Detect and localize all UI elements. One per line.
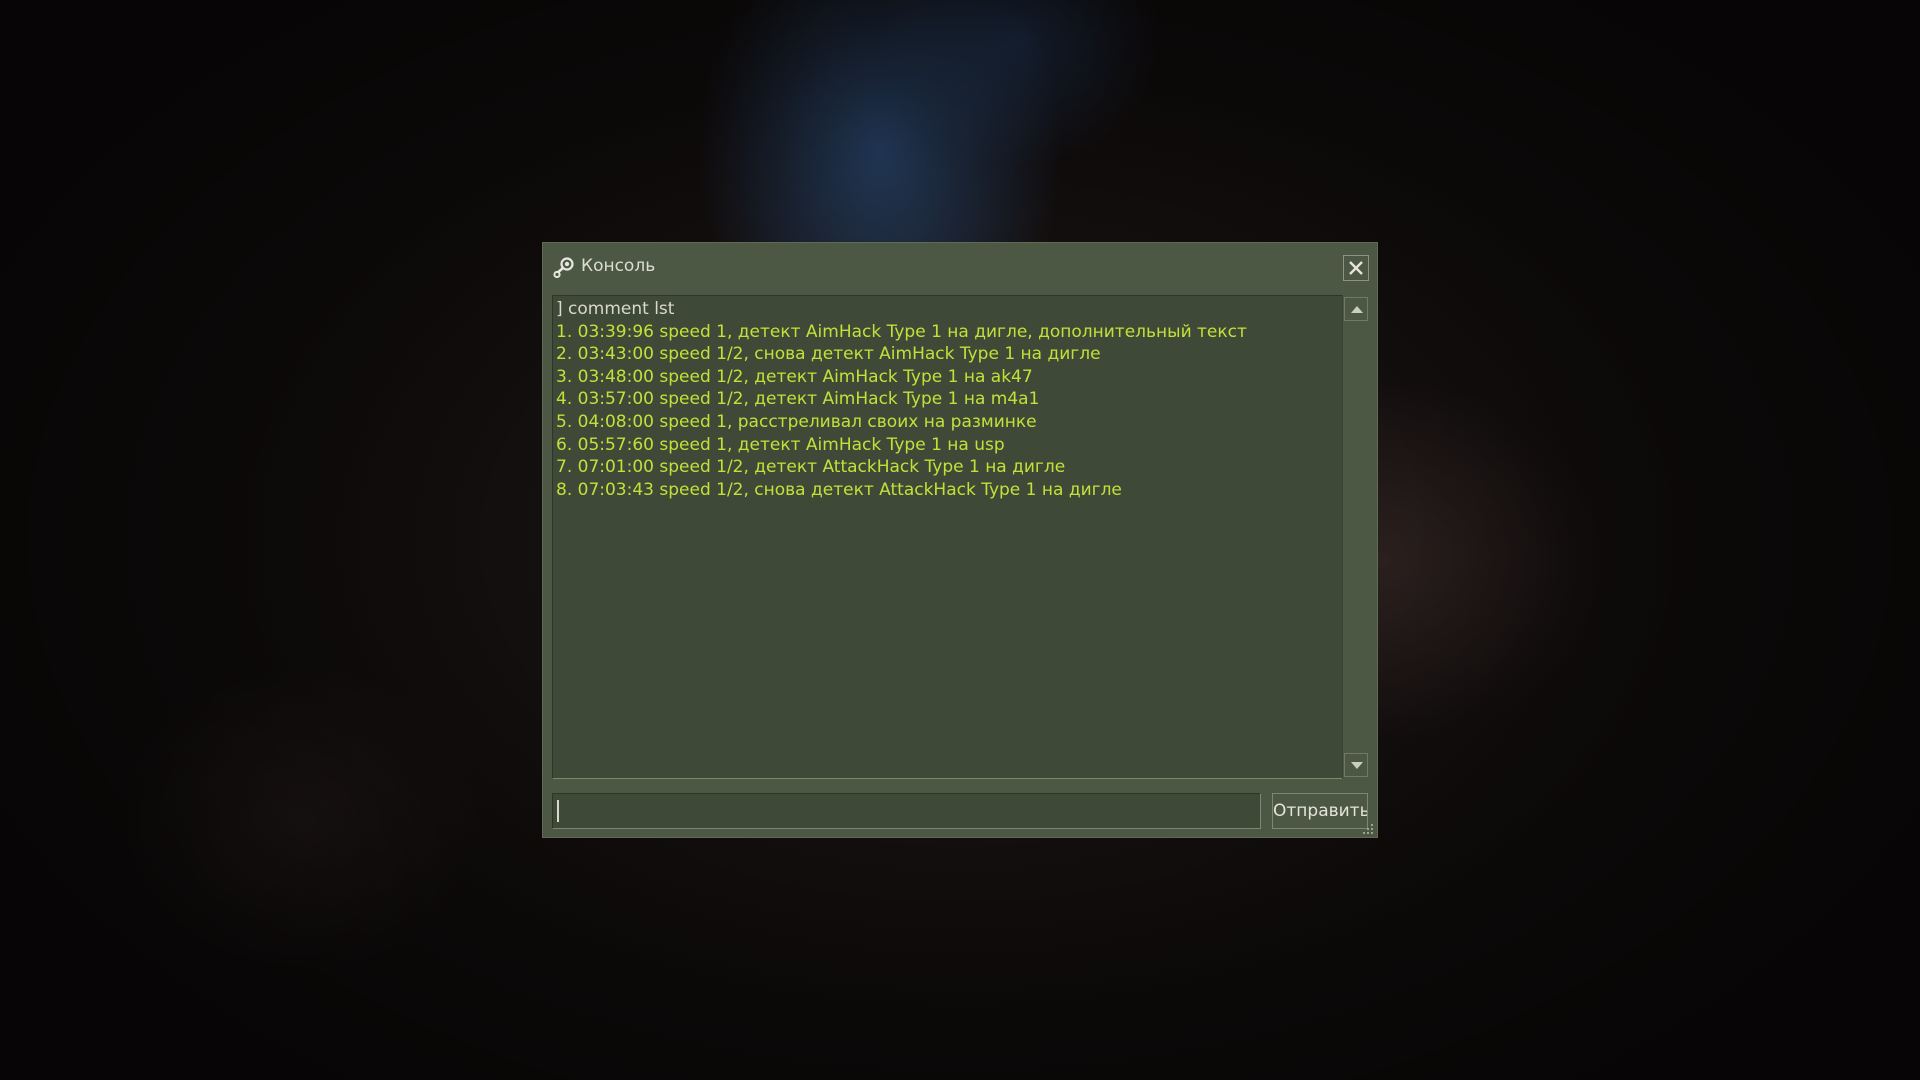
submit-button[interactable]: Отправить: [1272, 793, 1368, 829]
console-line: 2. 03:43:00 speed 1/2, снова детект AimH…: [556, 344, 1101, 365]
arrow-up-icon: [1351, 306, 1363, 313]
console-line: 3. 03:48:00 speed 1/2, детект AimHack Ty…: [556, 366, 1033, 387]
steam-logo-icon: [551, 256, 575, 280]
console-title: Консоль: [581, 256, 656, 276]
console-output: ] comment lst 1. 03:39:96 speed 1, детек…: [552, 295, 1342, 779]
console-line: 5. 04:08:00 speed 1, расстреливал своих …: [556, 411, 1037, 432]
console-window: Консоль ] comment lst 1. 03:39:96 speed …: [542, 242, 1378, 838]
console-line: 7. 07:01:00 speed 1/2, детект AttackHack…: [556, 457, 1066, 478]
scroll-up-button[interactable]: [1344, 297, 1368, 321]
command-input[interactable]: [552, 793, 1261, 829]
console-line: 4. 03:57:00 speed 1/2, детект AimHack Ty…: [556, 389, 1040, 410]
console-titlebar[interactable]: Консоль: [543, 243, 1377, 291]
close-button[interactable]: [1343, 255, 1369, 281]
console-line: 6. 05:57:60 speed 1, детект AimHack Type…: [556, 434, 1005, 455]
output-scrollbar[interactable]: [1342, 295, 1368, 779]
scroll-down-button[interactable]: [1344, 753, 1368, 777]
console-line: 8. 07:03:43 speed 1/2, снова детект Atta…: [556, 479, 1122, 500]
console-line: 1. 03:39:96 speed 1, детект AimHack Type…: [556, 321, 1247, 342]
command-echo: ] comment lst: [556, 299, 675, 319]
close-icon: [1349, 261, 1363, 275]
arrow-down-icon: [1351, 762, 1363, 769]
resize-grip-icon[interactable]: [1360, 820, 1374, 834]
text-caret: [557, 800, 559, 822]
